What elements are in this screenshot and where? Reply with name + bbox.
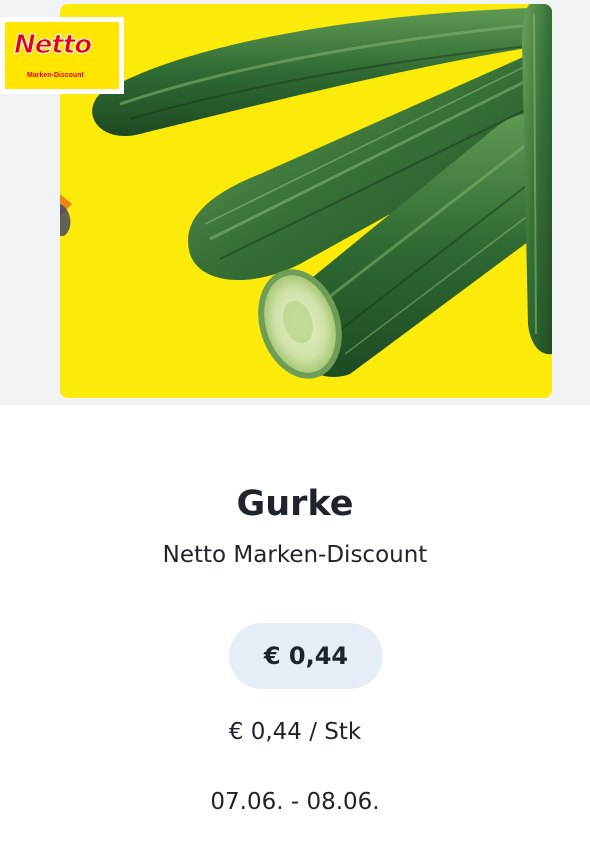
product-image[interactable]	[60, 4, 552, 398]
retailer-name[interactable]: Netto Marken-Discount	[0, 540, 590, 570]
cucumber-illustration	[60, 4, 552, 398]
retailer-logo: Netto Marken-Discount	[0, 17, 124, 94]
netto-logo: Netto Marken-Discount	[5, 22, 119, 89]
logo-tagline: Marken-Discount	[27, 72, 84, 79]
product-title: Gurke	[236, 484, 354, 524]
validity-dates: 07.06. - 08.06.	[210, 789, 380, 815]
unit-price: € 0,44 / Stk	[228, 719, 362, 745]
price-badge: € 0,44	[229, 623, 383, 689]
product-image-area: Netto Marken-Discount	[0, 0, 590, 405]
logo-wordmark: Netto	[13, 30, 92, 60]
